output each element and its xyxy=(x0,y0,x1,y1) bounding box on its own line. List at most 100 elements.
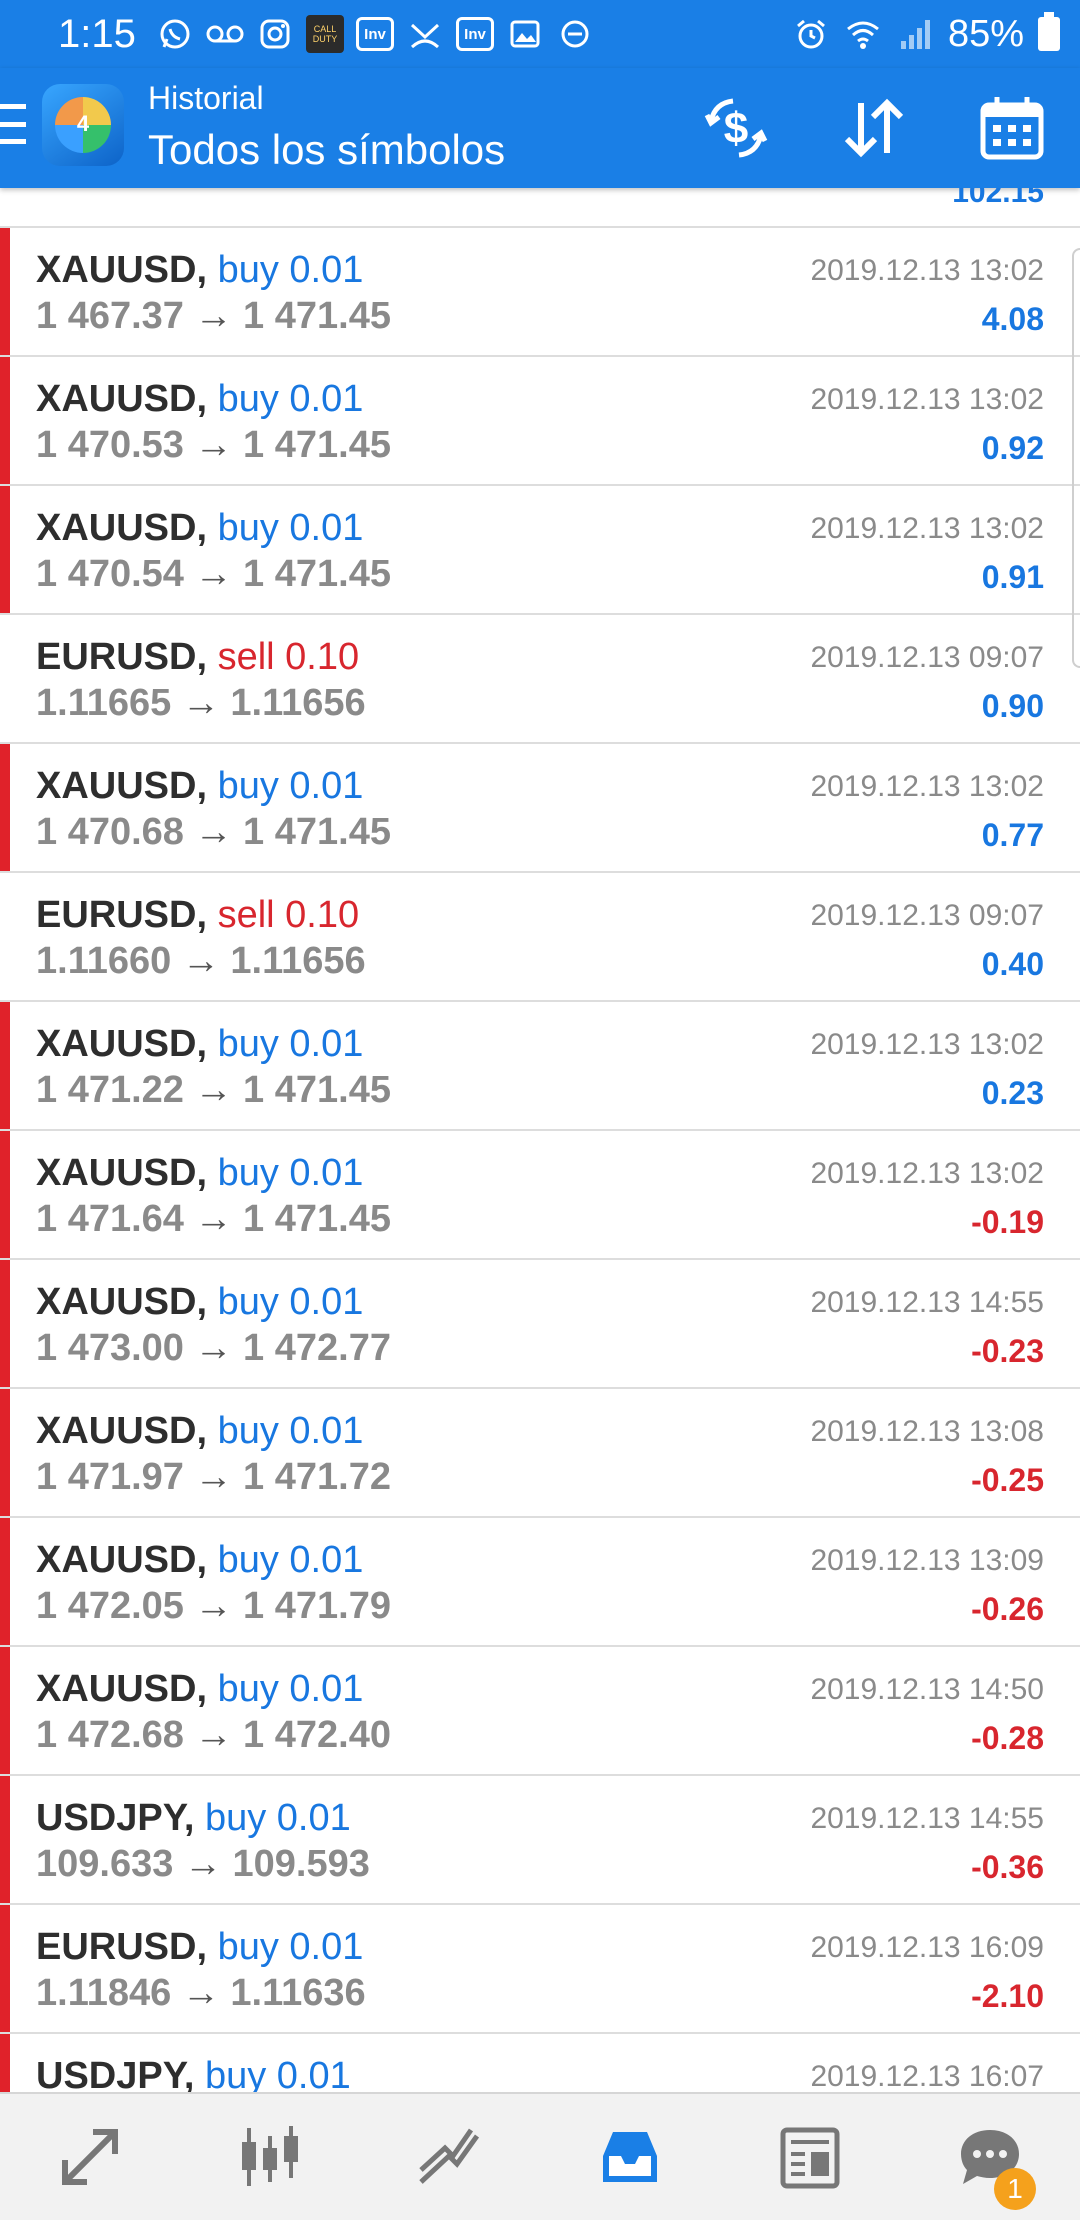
trade-prices: 1 470.68 → 1 471.45 xyxy=(36,810,391,854)
trade-header: EURUSD, sell 0.10 xyxy=(36,635,359,679)
trade-row[interactable]: XAUUSD, buy 0.01 1 470.54 → 1 471.45 2019.… xyxy=(0,486,1080,615)
trade-symbol: XAUUSD, xyxy=(36,507,208,549)
trade-close-price: 1.11636 xyxy=(230,1972,366,2014)
news-icon xyxy=(780,2127,840,2189)
nav-news[interactable] xyxy=(720,2094,900,2220)
trade-prices: 1 470.53 → 1 471.45 xyxy=(36,423,391,467)
trade-type-volume: buy 0.01 xyxy=(217,1281,364,1323)
nav-chart[interactable] xyxy=(180,2094,360,2220)
page-title[interactable]: Todos los símbolos xyxy=(148,124,505,176)
trade-row[interactable]: XAUUSD, buy 0.01 1 473.00 → 1 472.77 2019.… xyxy=(0,1260,1080,1389)
trade-header: XAUUSD, buy 0.01 xyxy=(36,1538,363,1582)
scrollbar[interactable] xyxy=(1072,248,1080,668)
status-bar: 1:15 CALL DUTY Inv Inv 85% xyxy=(0,0,1080,68)
trade-header: EURUSD, sell 0.10 xyxy=(36,893,359,937)
trade-symbol: XAUUSD, xyxy=(36,765,208,807)
trade-profit: -2.10 xyxy=(971,1978,1044,2014)
trade-profit: 0.77 xyxy=(981,817,1044,853)
trade-type-volume: buy 0.01 xyxy=(217,1539,364,1581)
trade-symbol: XAUUSD, xyxy=(36,1410,208,1452)
trade-date: 2019.12.13 09:07 xyxy=(810,899,1044,932)
trade-open-price: 1 471.22 xyxy=(36,1069,184,1111)
trade-prices: 1.11665 → 1.11656 xyxy=(36,681,366,725)
menu-icon[interactable] xyxy=(0,104,26,144)
trade-row[interactable]: USDJPY, buy 0.01 109.633 → 109.593 2019.12… xyxy=(0,1776,1080,1905)
trade-profit: 0.90 xyxy=(981,688,1044,724)
trade-open-price: 109.633 xyxy=(36,1843,174,1885)
message-count-badge: 1 xyxy=(994,2168,1036,2210)
trade-date: 2019.12.13 13:02 xyxy=(810,770,1044,803)
trade-open-price: 1 471.64 xyxy=(36,1198,184,1240)
trade-profit: -0.28 xyxy=(971,1720,1044,1756)
trade-row[interactable]: XAUUSD, buy 0.01 1 471.22 → 1 471.45 2019.… xyxy=(0,1002,1080,1131)
arrow-right-icon: → xyxy=(194,1456,233,1498)
chart-icon xyxy=(242,2126,298,2186)
quotes-icon xyxy=(62,2129,118,2185)
trade-row[interactable]: EURUSD, sell 0.10 1.11665 → 1.11656 2019.1… xyxy=(0,615,1080,744)
page-subtitle: Historial xyxy=(148,80,264,116)
trade-symbol: XAUUSD, xyxy=(36,1539,208,1581)
trade-row[interactable]: XAUUSD, buy 0.01 1 472.05 → 1 471.79 2019.… xyxy=(0,1518,1080,1647)
nav-quotes[interactable] xyxy=(0,2094,180,2220)
trade-row[interactable]: USDJPY, buy 0.01 2019.12.13 16:07 xyxy=(0,2034,1080,2092)
trade-row[interactable]: XAUUSD, buy 0.01 1 467.37 → 1 471.45 2019.… xyxy=(0,228,1080,357)
call-of-duty-icon: CALL DUTY xyxy=(306,15,344,53)
trade-symbol: XAUUSD, xyxy=(36,1152,208,1194)
nav-trade[interactable] xyxy=(360,2094,540,2220)
trade-profit: -0.23 xyxy=(971,1333,1044,1369)
trade-type-volume: buy 0.01 xyxy=(217,1410,364,1452)
voicemail-icon xyxy=(206,17,244,51)
arrow-right-icon: → xyxy=(183,1843,222,1885)
metatrader-logo-icon[interactable] xyxy=(42,84,124,166)
system-icons: 85% xyxy=(792,10,1060,58)
trade-symbol: XAUUSD, xyxy=(36,378,208,420)
nav-messages[interactable]: 1 xyxy=(900,2094,1080,2220)
trade-row[interactable]: XAUUSD, buy 0.01 1 472.68 → 1 472.40 2019.… xyxy=(0,1647,1080,1776)
signal-icon xyxy=(896,17,934,51)
trade-header: XAUUSD, buy 0.01 xyxy=(36,1280,363,1324)
trade-row[interactable]: EURUSD, buy 0.01 1.11846 → 1.11636 2019.12… xyxy=(0,1905,1080,2034)
trade-open-price: 1 472.68 xyxy=(36,1714,184,1756)
trade-profit: 0.40 xyxy=(981,946,1044,982)
trade-open-price: 1 467.37 xyxy=(36,295,184,337)
bottom-navigation: 1 xyxy=(0,2092,1080,2220)
sort-button[interactable] xyxy=(834,88,914,168)
notification-icons: CALL DUTY Inv Inv xyxy=(156,14,594,54)
arrow-right-icon: → xyxy=(194,1585,233,1627)
trade-header: EURUSD, buy 0.01 xyxy=(36,1925,363,1969)
arrow-right-icon: → xyxy=(181,1972,220,2014)
trade-row[interactable]: XAUUSD, buy 0.01 1 471.64 → 1 471.45 2019.… xyxy=(0,1131,1080,1260)
calendar-button[interactable] xyxy=(972,88,1052,168)
trade-close-price: 1 471.72 xyxy=(243,1456,391,1498)
trade-row[interactable]: XAUUSD, buy 0.01 1 470.68 → 1 471.45 2019.… xyxy=(0,744,1080,873)
nav-history[interactable] xyxy=(540,2094,720,2220)
arrow-right-icon: → xyxy=(194,424,233,466)
trade-close-price: 109.593 xyxy=(232,1843,370,1885)
trade-symbol: XAUUSD, xyxy=(36,249,208,291)
investing-icon: Inv xyxy=(456,17,494,51)
trade-date: 2019.12.13 16:07 xyxy=(810,2060,1044,2092)
alarm-icon xyxy=(792,17,830,51)
currency-exchange-button[interactable]: $ xyxy=(696,88,776,168)
trade-close-price: 1 471.45 xyxy=(243,553,391,595)
trade-date: 2019.12.13 13:02 xyxy=(810,1157,1044,1190)
trade-prices: 1 472.68 → 1 472.40 xyxy=(36,1713,391,1757)
trade-row[interactable]: XAUUSD, buy 0.01 1 471.97 → 1 471.72 2019.… xyxy=(0,1389,1080,1518)
trade-date: 2019.12.13 13:08 xyxy=(810,1415,1044,1448)
trade-close-price: 1 471.45 xyxy=(243,1069,391,1111)
history-icon xyxy=(603,2132,657,2182)
trade-symbol: USDJPY, xyxy=(36,1797,195,1839)
trade-row[interactable]: EURUSD, sell 0.10 1.11660 → 1.11656 2019.1… xyxy=(0,873,1080,1002)
list-item-partial[interactable]: 102.15 xyxy=(0,188,1080,228)
trade-open-price: 1.11660 xyxy=(36,940,172,982)
trade-type-volume: buy 0.01 xyxy=(217,1023,364,1065)
trade-type-volume: buy 0.01 xyxy=(217,378,364,420)
sort-icon xyxy=(844,98,904,158)
trade-header: XAUUSD, buy 0.01 xyxy=(36,764,363,808)
battery-percent: 85% xyxy=(947,12,1024,55)
history-list[interactable]: 102.15 XAUUSD, buy 0.01 1 467.37 → 1 471.… xyxy=(0,188,1080,2092)
trade-symbol: XAUUSD, xyxy=(36,1668,208,1710)
trade-row[interactable]: XAUUSD, buy 0.01 1 470.53 → 1 471.45 2019.… xyxy=(0,357,1080,486)
trade-date: 2019.12.13 13:02 xyxy=(810,512,1044,545)
trade-rows: XAUUSD, buy 0.01 1 467.37 → 1 471.45 2019.… xyxy=(0,228,1080,2092)
